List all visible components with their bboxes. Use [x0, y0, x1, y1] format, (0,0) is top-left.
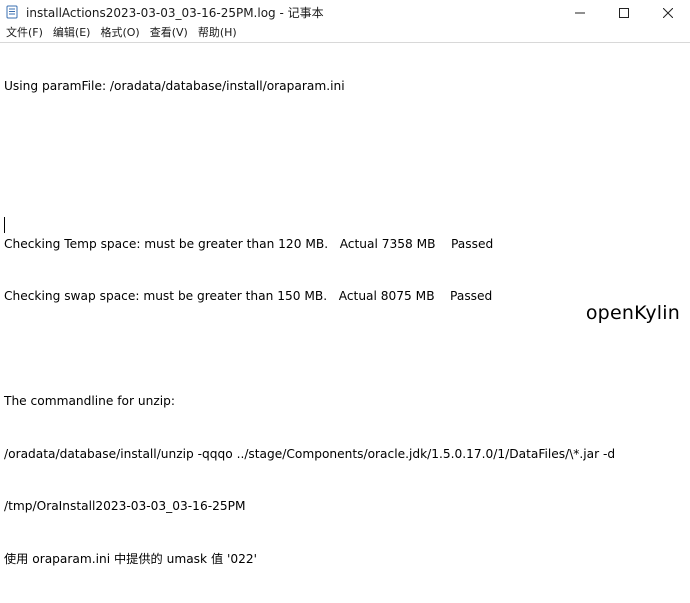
editor-line: /oradata/database/install/unzip -qqqo ..…: [4, 446, 616, 461]
menu-format[interactable]: 格式(O): [95, 24, 144, 42]
editor-line: The commandline for unzip:: [4, 394, 175, 408]
text-editor[interactable]: Using paramFile: /oradata/database/insta…: [0, 42, 690, 566]
editor-line: 使用 oraparam.ini 中提供的 umask 值 '022': [4, 551, 257, 566]
menu-bar: 文件(F) 编辑(E) 格式(O) 查看(V) 帮助(H): [0, 24, 690, 42]
editor-content[interactable]: Using paramFile: /oradata/database/insta…: [4, 43, 686, 603]
text-caret: [4, 217, 5, 233]
menu-edit[interactable]: 编辑(E): [48, 24, 96, 42]
menu-view[interactable]: 查看(V): [145, 24, 193, 42]
menu-help[interactable]: 帮助(H): [193, 24, 242, 42]
minimize-icon: [575, 3, 585, 22]
menu-file[interactable]: 文件(F): [0, 24, 48, 42]
notepad-icon: [4, 4, 20, 20]
editor-line: Checking Temp space: must be greater tha…: [4, 236, 494, 251]
maximize-icon: [619, 3, 629, 22]
close-button[interactable]: [646, 0, 690, 24]
maximize-button[interactable]: [602, 0, 646, 24]
minimize-button[interactable]: [558, 0, 602, 24]
window-title: installActions2023-03-03_03-16-25PM.log …: [26, 5, 324, 20]
title-bar: installActions2023-03-03_03-16-25PM.log …: [0, 0, 690, 24]
editor-line: Using paramFile: /oradata/database/insta…: [4, 79, 345, 93]
editor-line: Checking swap space: must be greater tha…: [4, 289, 493, 303]
close-icon: [662, 3, 674, 22]
watermark-logo-text: openKylin: [585, 302, 680, 324]
window-controls: [558, 0, 690, 24]
editor-line: /tmp/OraInstall2023-03-03_03-16-25PM: [4, 499, 246, 513]
